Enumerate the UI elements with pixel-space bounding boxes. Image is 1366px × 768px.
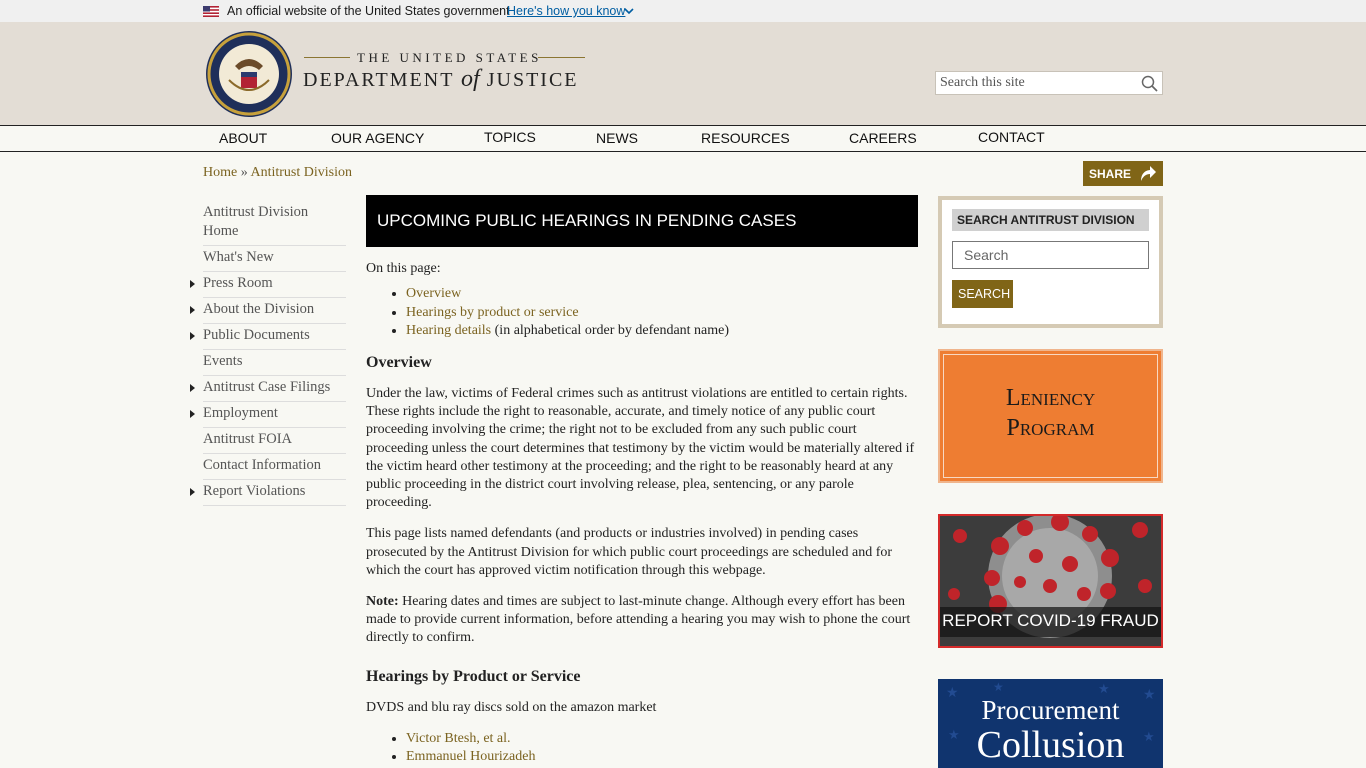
brand-justice: JUSTICE [486, 69, 579, 91]
note-paragraph: Note: Hearing dates and times are subjec… [366, 593, 918, 648]
leftnav-item[interactable]: Public Documents [190, 324, 346, 350]
overview-paragraph-1: Under the law, victims of Federal crimes… [366, 385, 915, 511]
expand-arrow-icon[interactable] [190, 410, 195, 418]
breadcrumb-separator: » [240, 165, 248, 180]
nav-careers[interactable]: CAREERS [849, 130, 917, 146]
procurement-line-2: Collusion [976, 724, 1125, 766]
chevron-down-icon[interactable] [624, 7, 634, 15]
expand-arrow-icon[interactable] [190, 280, 195, 288]
doj-seal-logo[interactable] [205, 30, 293, 118]
toc-list: Overview Hearings by product or service … [406, 285, 918, 341]
nav-contact[interactable]: CONTACT [978, 129, 1045, 145]
covid-fraud-text: REPORT COVID-19 FRAUD [942, 611, 1159, 630]
leftnav-item[interactable]: Report Violations [190, 480, 346, 506]
procurement-collusion-banner[interactable]: ★ ★ ★ ★ ★ ★ Procurement Collusion [938, 679, 1163, 768]
leftnav-label: What's New [203, 249, 274, 265]
toc-item: Hearings by product or service [406, 304, 918, 323]
leftnav-item[interactable]: Contact Information [203, 454, 346, 480]
left-sidebar-nav: Antitrust Division Home What's New Press… [190, 201, 346, 506]
leniency-program-banner[interactable]: Leniency Program [938, 349, 1163, 483]
brand-line-1: THE UNITED STATES [357, 50, 542, 65]
brand-line-2[interactable]: DEPARTMENT of JUSTICE [303, 66, 579, 93]
defendant-item: Emmanuel Hourizadeh [406, 748, 918, 767]
division-search-input[interactable]: Search [952, 241, 1149, 269]
toc-link-hearing-details[interactable]: Hearing details [406, 323, 491, 338]
search-icon[interactable] [1141, 75, 1158, 92]
defendant-link[interactable]: Victor Btesh, et al. [406, 731, 511, 746]
nav-resources[interactable]: RESOURCES [701, 130, 790, 146]
gov-banner: An official website of the United States… [0, 0, 1366, 22]
leftnav-label: Antitrust FOIA [203, 431, 293, 447]
leftnav-item[interactable]: Antitrust Case Filings [190, 376, 346, 402]
leftnav-label: About the Division [203, 301, 315, 317]
leftnav-item[interactable]: Events [203, 350, 346, 376]
svg-text:★: ★ [1098, 681, 1110, 696]
breadcrumb-home[interactable]: Home [203, 165, 237, 180]
us-flag-icon [203, 6, 219, 17]
note-label: Note: [366, 593, 399, 609]
leftnav-item[interactable]: What's New [203, 246, 346, 272]
leftnav-label: Report Violations [203, 483, 306, 499]
overview-heading: Overview [366, 353, 432, 371]
expand-arrow-icon[interactable] [190, 384, 195, 392]
division-search-button[interactable]: SEARCH [952, 280, 1013, 308]
breadcrumb-current[interactable]: Antitrust Division [250, 165, 352, 180]
expand-arrow-icon[interactable] [190, 306, 195, 314]
leftnav-item[interactable]: Antitrust Division Home [203, 201, 346, 246]
share-arrow-icon[interactable] [1137, 163, 1157, 183]
overview-paragraph-2: This page lists named defendants (and pr… [366, 526, 893, 578]
leftnav-label: Employment [203, 405, 278, 421]
brand-of: of [461, 66, 480, 92]
nav-news[interactable]: NEWS [596, 130, 638, 146]
covid-fraud-banner[interactable]: REPORT COVID-19 FRAUD [938, 514, 1163, 648]
nav-about[interactable]: ABOUT [219, 130, 267, 146]
leniency-line-1: Leniency [1005, 385, 1096, 411]
nav-our-agency[interactable]: OUR AGENCY [331, 130, 424, 146]
brand-rule-left [304, 57, 350, 58]
leftnav-label: Events [203, 353, 243, 369]
toc-suffix: (in alphabetical order by defendant name… [491, 323, 730, 339]
defendant-link[interactable]: Emmanuel Hourizadeh [406, 749, 535, 764]
procurement-line-1: Procurement [981, 695, 1120, 725]
svg-text:★: ★ [993, 680, 1004, 694]
page-title: UPCOMING PUBLIC HEARINGS IN PENDING CASE… [366, 195, 918, 247]
leftnav-label: Contact Information [203, 457, 321, 473]
leftnav-item[interactable]: Antitrust FOIA [203, 428, 346, 454]
defendant-list: Victor Btesh, et al. Emmanuel Hourizadeh [406, 730, 918, 767]
leniency-line-2: Program [1006, 415, 1095, 441]
toc-link-hearings-by-product[interactable]: Hearings by product or service [406, 305, 579, 320]
defendant-item: Victor Btesh, et al. [406, 730, 918, 749]
on-this-page-label: On this page: [366, 261, 441, 276]
division-search-heading: SEARCH ANTITRUST DIVISION [952, 209, 1149, 231]
leftnav-item[interactable]: Employment [190, 402, 346, 428]
leftnav-label: Press Room [203, 275, 273, 291]
leftnav-item[interactable]: About the Division [190, 298, 346, 324]
nav-topics[interactable]: TOPICS [484, 129, 536, 145]
toc-item: Overview [406, 285, 918, 304]
division-search-box: SEARCH ANTITRUST DIVISION Search SEARCH [938, 196, 1163, 328]
breadcrumb: Home » Antitrust Division [203, 165, 352, 181]
toc-link-overview[interactable]: Overview [406, 286, 461, 301]
expand-arrow-icon[interactable] [190, 488, 195, 496]
main-nav: ABOUT OUR AGENCY TOPICS NEWS RESOURCES C… [0, 125, 1366, 152]
leftnav-label: Antitrust Division Home [203, 204, 309, 239]
toc-item: Hearing details (in alphabetical order b… [406, 322, 918, 341]
official-website-text: An official website of the United States… [227, 4, 510, 18]
heres-how-you-know-link[interactable]: Here's how you know [507, 4, 625, 18]
brand-rule-right [538, 57, 585, 58]
site-search-input[interactable]: Search this site [935, 71, 1163, 95]
hearings-heading: Hearings by Product or Service [366, 667, 581, 685]
main-content: On this page: Overview Hearings by produ… [366, 260, 918, 768]
leftnav-label: Public Documents [203, 327, 310, 343]
product-label: DVDS and blu ray discs sold on the amazo… [366, 699, 657, 715]
leftnav-label: Antitrust Case Filings [203, 379, 331, 395]
brand-department: DEPARTMENT [303, 69, 455, 91]
expand-arrow-icon[interactable] [190, 332, 195, 340]
leniency-text: Leniency Program [940, 383, 1161, 443]
note-text: Hearing dates and times are subject to l… [366, 593, 911, 646]
leftnav-item[interactable]: Press Room [190, 272, 346, 298]
site-header: THE UNITED STATES DEPARTMENT of JUSTICE … [0, 22, 1366, 125]
